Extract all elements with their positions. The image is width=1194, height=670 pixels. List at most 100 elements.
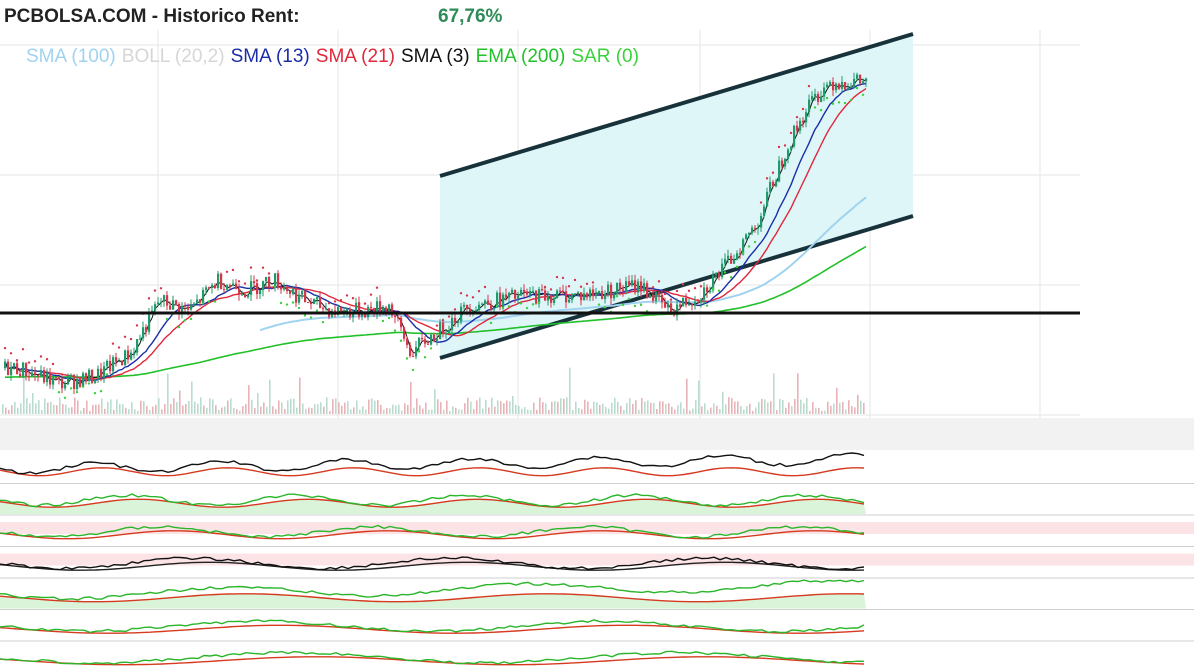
sar-dot [843,101,847,105]
candle-body [754,227,757,229]
candle-body [484,300,487,304]
volume-bar [281,402,283,414]
volume-bar [23,376,25,414]
candle-body [709,290,712,293]
sar-dot [339,299,343,302]
candle-body [769,181,772,192]
candle-body [112,357,115,372]
sar-dot [483,285,487,289]
volume-bar [155,404,157,414]
sar-dot [585,282,589,286]
volume-bar [338,402,340,414]
volume-bar [560,398,562,414]
volume-bar [467,397,469,414]
volume-bar [518,405,520,414]
candle-body [694,301,697,306]
candle-body [49,372,52,385]
candle-body [232,283,235,286]
volume-bar [581,409,583,414]
volume-bar [29,403,31,414]
volume-bar [833,403,835,414]
volume-bar [809,410,811,414]
candle-body [652,294,655,301]
volume-bar [773,373,775,414]
volume-bar [434,389,436,414]
candle-body [748,232,751,235]
candle-body [418,337,421,347]
volume-bar [461,409,463,414]
rent-value: 67,76% [438,6,503,27]
sar-dot [711,287,715,291]
sar-dot [261,266,265,269]
candle-body [253,281,256,284]
candle-body [571,293,574,300]
candle-body [73,374,76,389]
volume-bar [215,405,217,414]
candle-body [190,305,193,310]
volume-bar [779,398,781,414]
candle-body [166,295,169,306]
candle-body [463,304,466,307]
volume-bar [734,401,736,414]
volume-bar [359,409,361,414]
volume-bar [620,406,622,414]
volume-bar [509,401,511,414]
sar-dot [201,302,205,305]
volume-bar [701,406,703,414]
sar-dot [69,387,73,390]
volume-bar [536,409,538,414]
candle-body [727,255,730,259]
volume-bar [14,401,16,414]
candle-body [229,285,232,287]
volume-bar [635,400,637,414]
volume-bar [794,398,796,414]
volume-bar [755,407,757,414]
sar-dot [591,281,595,284]
candle-body [478,304,481,311]
volume-bar [329,410,331,414]
candle-body [115,357,118,362]
volume-bar [599,404,601,414]
candle-body [313,298,316,305]
sar-dot [39,355,43,358]
sar-dot [225,270,229,273]
candle-body [508,292,511,298]
volume-bar [239,410,241,414]
volume-bar [77,400,79,414]
sar-dot [135,324,139,327]
volume-bar [842,401,844,414]
candle-body [247,294,250,298]
candle-body [292,288,295,294]
candle-body [37,374,40,377]
volume-bar [548,410,550,414]
sar-dot [819,108,823,112]
volume-bar [482,408,484,414]
volume-bar [149,409,151,414]
candle-body [823,87,826,97]
candle-body [283,287,286,290]
volume-bar [83,407,85,414]
candle-body [256,283,259,295]
volume-bar [353,407,355,414]
candle-body [856,74,859,79]
volume-bar [863,402,865,414]
sar-dot [777,145,781,149]
volume-bar [233,407,235,414]
volume-bar [428,409,430,414]
volume-bar [317,404,319,414]
sar-dot [507,305,511,308]
sar-dot [603,306,607,309]
legend-item: SMA (13) [231,46,310,67]
candle-body [580,292,583,301]
volume-bar [698,380,700,414]
volume-bar [377,400,379,414]
volume-bar [50,401,52,414]
sar-dot [273,285,277,288]
candle-body [250,281,253,295]
candle-body [445,333,448,335]
volume-bar [371,398,373,414]
volume-bar [710,407,712,414]
volume-bar [845,409,847,414]
candle-body [304,291,307,302]
candle-body [529,291,532,295]
